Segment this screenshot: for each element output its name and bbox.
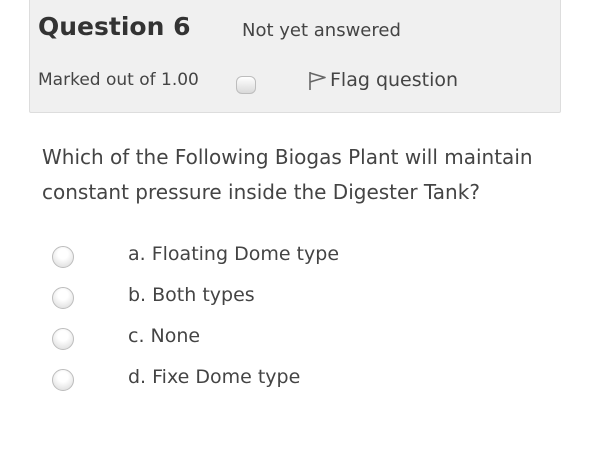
question-state: Not yet answered [242, 20, 401, 41]
answer-option[interactable]: c. None [0, 318, 592, 359]
flag-question-label: Flag question [330, 69, 459, 91]
answer-label[interactable]: a. Floating Dome type [128, 243, 339, 265]
answer-radio[interactable] [52, 287, 74, 309]
question-number-heading: Question 6 [38, 12, 191, 41]
answer-label[interactable]: b. Both types [128, 284, 255, 306]
answer-radio[interactable] [52, 369, 74, 391]
answer-option[interactable]: b. Both types [0, 277, 592, 318]
answer-option[interactable]: d. Fixe Dome type [0, 359, 592, 400]
flag-question-link[interactable]: Flag question [306, 68, 458, 92]
question-info-panel: Question 6 Not yet answered Marked out o… [29, 0, 561, 113]
answer-radio[interactable] [52, 328, 74, 350]
answer-option[interactable]: a. Floating Dome type [0, 236, 592, 277]
quiz-page: Question 6 Not yet answered Marked out o… [0, 0, 592, 472]
answer-label[interactable]: d. Fixe Dome type [128, 366, 300, 388]
flag-checkbox[interactable] [236, 76, 256, 94]
answer-radio[interactable] [52, 246, 74, 268]
question-text: Which of the Following Biogas Plant will… [42, 145, 533, 204]
question-label: Question [38, 12, 165, 41]
flag-icon [309, 72, 326, 90]
answer-list: a. Floating Dome type b. Both types c. N… [0, 236, 592, 400]
answer-label[interactable]: c. None [128, 325, 200, 347]
question-number: 6 [173, 12, 191, 41]
question-grade: Marked out of 1.00 [38, 70, 199, 90]
